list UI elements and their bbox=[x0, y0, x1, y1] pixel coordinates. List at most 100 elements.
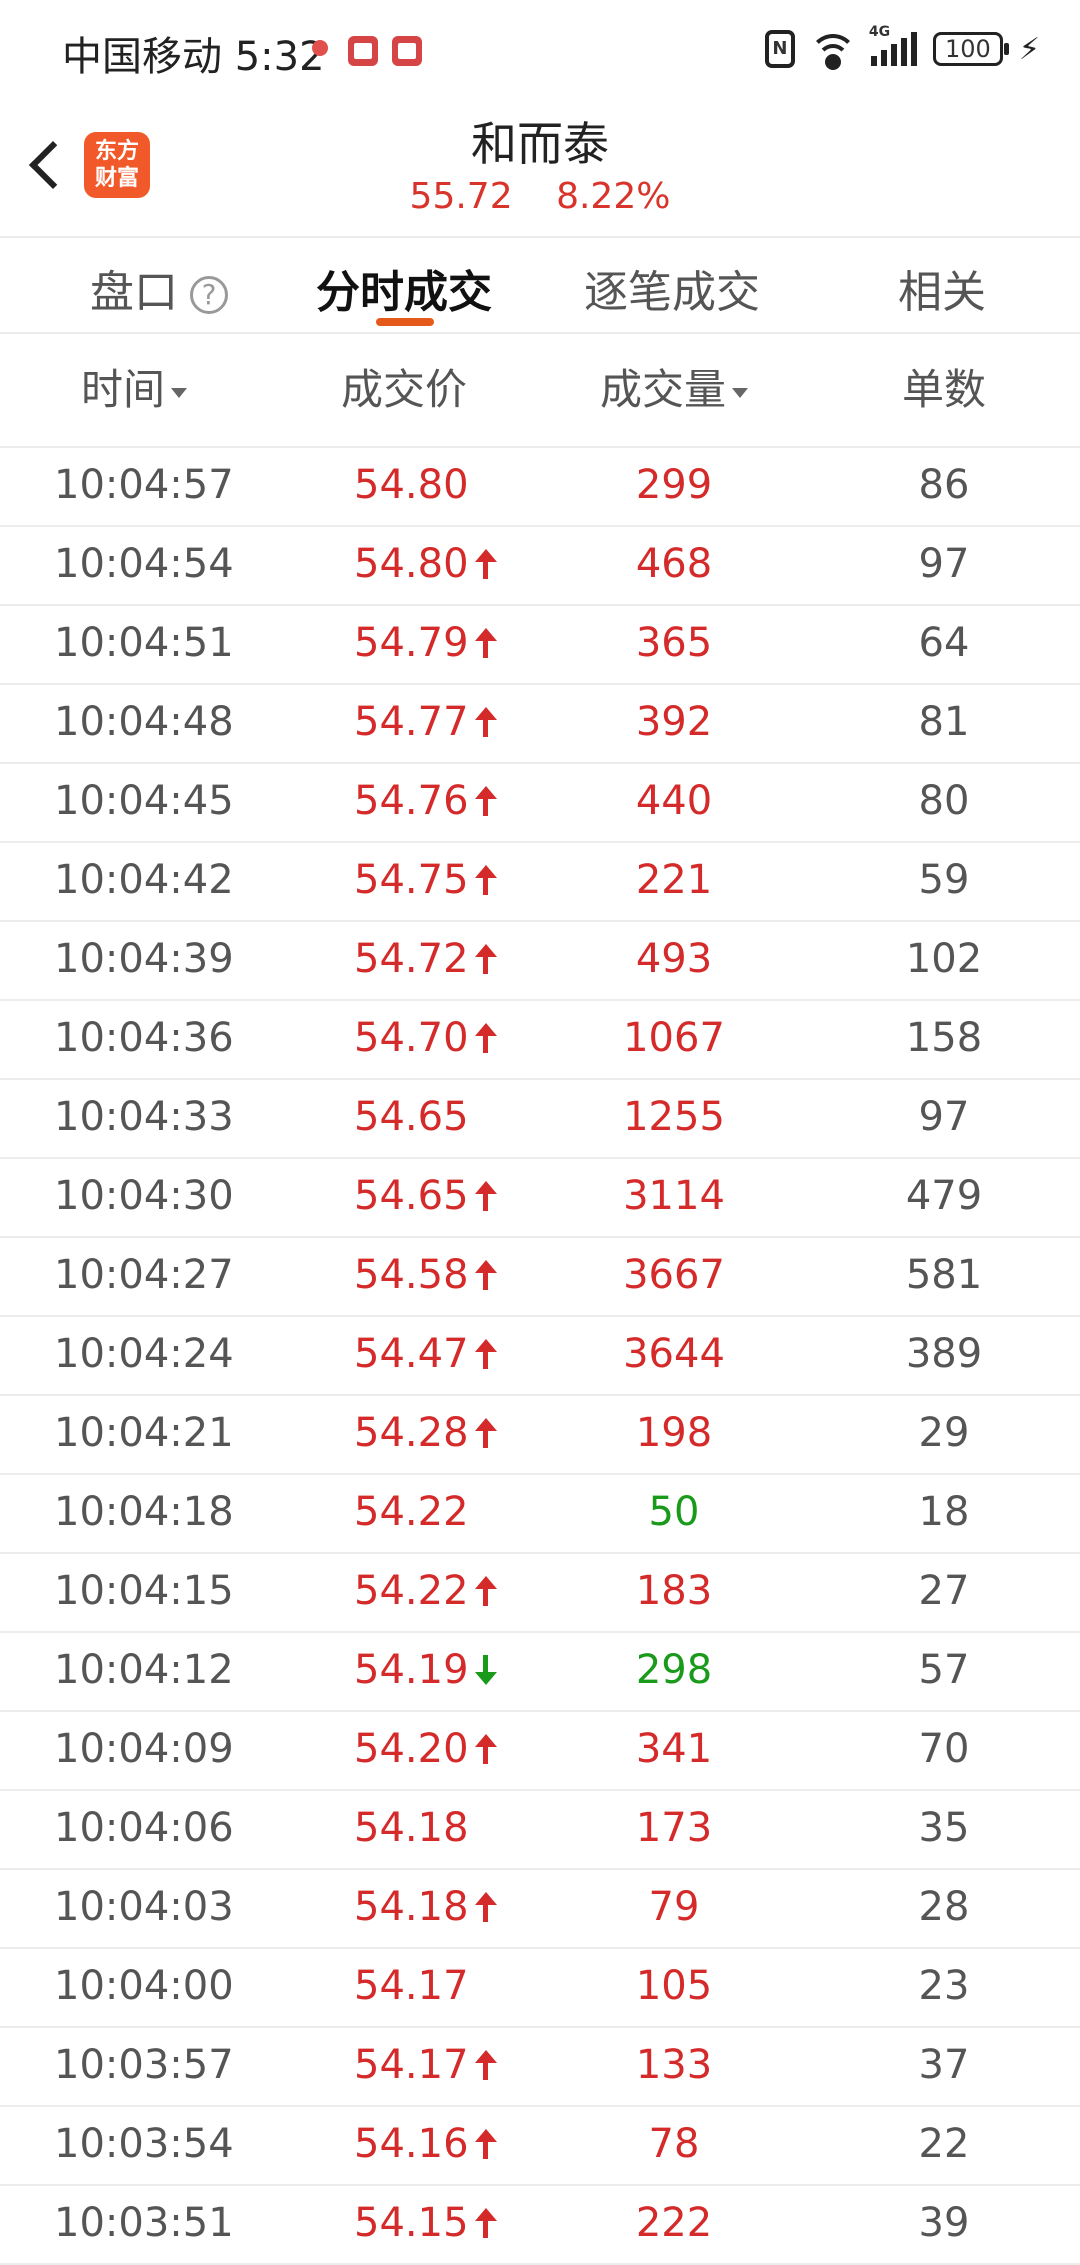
trade-volume: 341 bbox=[635, 1726, 713, 1772]
trade-price: 54.79 bbox=[354, 620, 497, 666]
arrow-up-icon bbox=[474, 1181, 497, 1211]
arrow-up-icon bbox=[474, 1892, 497, 1922]
arrow-up-icon bbox=[474, 944, 497, 974]
trade-volume: 468 bbox=[635, 541, 713, 587]
table-row: 10:03:51 54.15 222 39 bbox=[0, 2186, 1080, 2265]
trade-price-value: 54.15 bbox=[354, 2200, 469, 2246]
trade-volume: 50 bbox=[648, 1489, 700, 1535]
trade-count: 97 bbox=[918, 541, 970, 587]
arrow-up-icon bbox=[474, 865, 497, 895]
trade-count: 81 bbox=[918, 699, 970, 745]
trade-volume: 392 bbox=[635, 699, 713, 745]
trade-price: 54.20 bbox=[354, 1726, 497, 1772]
column-count: 单数 bbox=[902, 356, 986, 417]
trade-count: 70 bbox=[918, 1726, 970, 1772]
column-time[interactable]: 时间 bbox=[80, 356, 188, 417]
trade-price-value: 54.65 bbox=[354, 1094, 469, 1140]
trade-price-value: 54.79 bbox=[354, 620, 469, 666]
trade-price: 54.80 bbox=[354, 462, 469, 508]
table-row: 10:04:21 54.28 198 29 bbox=[0, 1396, 1080, 1475]
trade-list[interactable]: 10:04:57 54.80 299 86 10:04:54 54.80 468 97 10:0… bbox=[0, 448, 1080, 2265]
trade-volume: 440 bbox=[635, 778, 713, 824]
tab-label: 逐笔成交 bbox=[584, 267, 760, 318]
trade-time: 10:04:45 bbox=[54, 778, 234, 824]
trade-price: 54.16 bbox=[354, 2121, 497, 2167]
trade-price-value: 54.28 bbox=[354, 1410, 469, 1456]
trade-price-value: 54.16 bbox=[354, 2121, 469, 2167]
table-row: 10:04:03 54.18 79 28 bbox=[0, 1870, 1080, 1949]
column-price-label: 成交价 bbox=[340, 365, 468, 414]
table-row: 10:04:51 54.79 365 64 bbox=[0, 606, 1080, 685]
trade-time: 10:04:54 bbox=[54, 541, 234, 587]
trade-volume: 221 bbox=[635, 857, 713, 903]
tab-label: 相关 bbox=[898, 267, 986, 318]
table-row: 10:04:27 54.58 3667 581 bbox=[0, 1238, 1080, 1317]
arrow-up-icon bbox=[474, 2129, 497, 2159]
tab-order-book[interactable]: 盘口? bbox=[90, 256, 228, 320]
column-volume[interactable]: 成交量 bbox=[599, 356, 749, 417]
trade-price: 54.72 bbox=[354, 936, 497, 982]
table-row: 10:04:18 54.22 50 18 bbox=[0, 1475, 1080, 1554]
trade-time: 10:04:57 bbox=[54, 462, 234, 508]
trade-price-value: 54.22 bbox=[354, 1489, 469, 1535]
trade-count: 389 bbox=[905, 1331, 983, 1377]
active-tab-indicator bbox=[376, 318, 434, 326]
trade-time: 10:04:42 bbox=[54, 857, 234, 903]
column-volume-label: 成交量 bbox=[599, 365, 727, 414]
trade-time: 10:04:03 bbox=[54, 1884, 234, 1930]
table-row: 10:04:57 54.80 299 86 bbox=[0, 448, 1080, 527]
column-count-label: 单数 bbox=[901, 365, 987, 414]
arrow-up-icon bbox=[474, 786, 497, 816]
charging-icon: ⚡ bbox=[1018, 31, 1040, 67]
arrow-up-icon bbox=[474, 1339, 497, 1369]
trade-volume: 198 bbox=[635, 1410, 713, 1456]
trade-price: 54.65 bbox=[354, 1173, 497, 1219]
trade-volume: 3644 bbox=[623, 1331, 725, 1377]
trade-time: 10:04:27 bbox=[54, 1252, 234, 1298]
trade-volume: 183 bbox=[635, 1568, 713, 1614]
table-row: 10:04:33 54.65 1255 97 bbox=[0, 1080, 1080, 1159]
tab-tick-trades[interactable]: 逐笔成交 bbox=[584, 256, 760, 320]
nfc-icon: N bbox=[764, 30, 795, 68]
trade-time: 10:04:06 bbox=[54, 1805, 234, 1851]
trade-price: 54.22 bbox=[354, 1489, 469, 1535]
trade-volume: 105 bbox=[635, 1963, 713, 2009]
trade-price-value: 54.76 bbox=[354, 778, 469, 824]
trade-volume: 365 bbox=[635, 620, 713, 666]
trade-count: 23 bbox=[918, 1963, 970, 2009]
pin-icon bbox=[308, 36, 334, 66]
battery-icon: 100 bbox=[932, 32, 1009, 66]
trade-price-value: 54.80 bbox=[354, 541, 469, 587]
trade-price-value: 54.47 bbox=[354, 1331, 469, 1377]
column-time-label: 时间 bbox=[80, 365, 166, 414]
help-icon[interactable]: ? bbox=[190, 276, 228, 314]
tab-related[interactable]: 相关 bbox=[898, 256, 986, 320]
trade-time: 10:03:51 bbox=[54, 2200, 234, 2246]
trade-count: 59 bbox=[918, 857, 970, 903]
trade-price-value: 54.17 bbox=[354, 1963, 469, 2009]
arrow-up-icon bbox=[474, 1260, 497, 1290]
trade-price-value: 54.19 bbox=[354, 1647, 469, 1693]
trade-count: 479 bbox=[905, 1173, 983, 1219]
trade-price-value: 54.72 bbox=[354, 936, 469, 982]
wifi-icon bbox=[808, 32, 857, 70]
trade-price: 54.28 bbox=[354, 1410, 497, 1456]
arrow-down-icon bbox=[474, 1655, 497, 1685]
trade-price: 54.18 bbox=[354, 1805, 469, 1851]
arrow-up-icon bbox=[474, 549, 497, 579]
tab-minute-trades[interactable]: 分时成交 bbox=[316, 256, 492, 320]
trade-price-value: 54.20 bbox=[354, 1726, 469, 1772]
trade-volume: 299 bbox=[635, 462, 713, 508]
table-row: 10:04:39 54.72 493 102 bbox=[0, 922, 1080, 1001]
trade-time: 10:04:00 bbox=[54, 1963, 234, 2009]
trade-count: 22 bbox=[918, 2121, 970, 2167]
trade-count: 18 bbox=[918, 1489, 970, 1535]
trade-price: 54.47 bbox=[354, 1331, 497, 1377]
system-icons: N 4G 100 ⚡ bbox=[764, 24, 1040, 70]
arrow-up-icon bbox=[474, 707, 497, 737]
arrow-up-icon bbox=[474, 2050, 497, 2080]
table-row: 10:04:15 54.22 183 27 bbox=[0, 1554, 1080, 1633]
carrier-name: 中国移动 bbox=[62, 34, 222, 80]
table-row: 10:04:24 54.47 3644 389 bbox=[0, 1317, 1080, 1396]
trade-price: 54.15 bbox=[354, 2200, 497, 2246]
